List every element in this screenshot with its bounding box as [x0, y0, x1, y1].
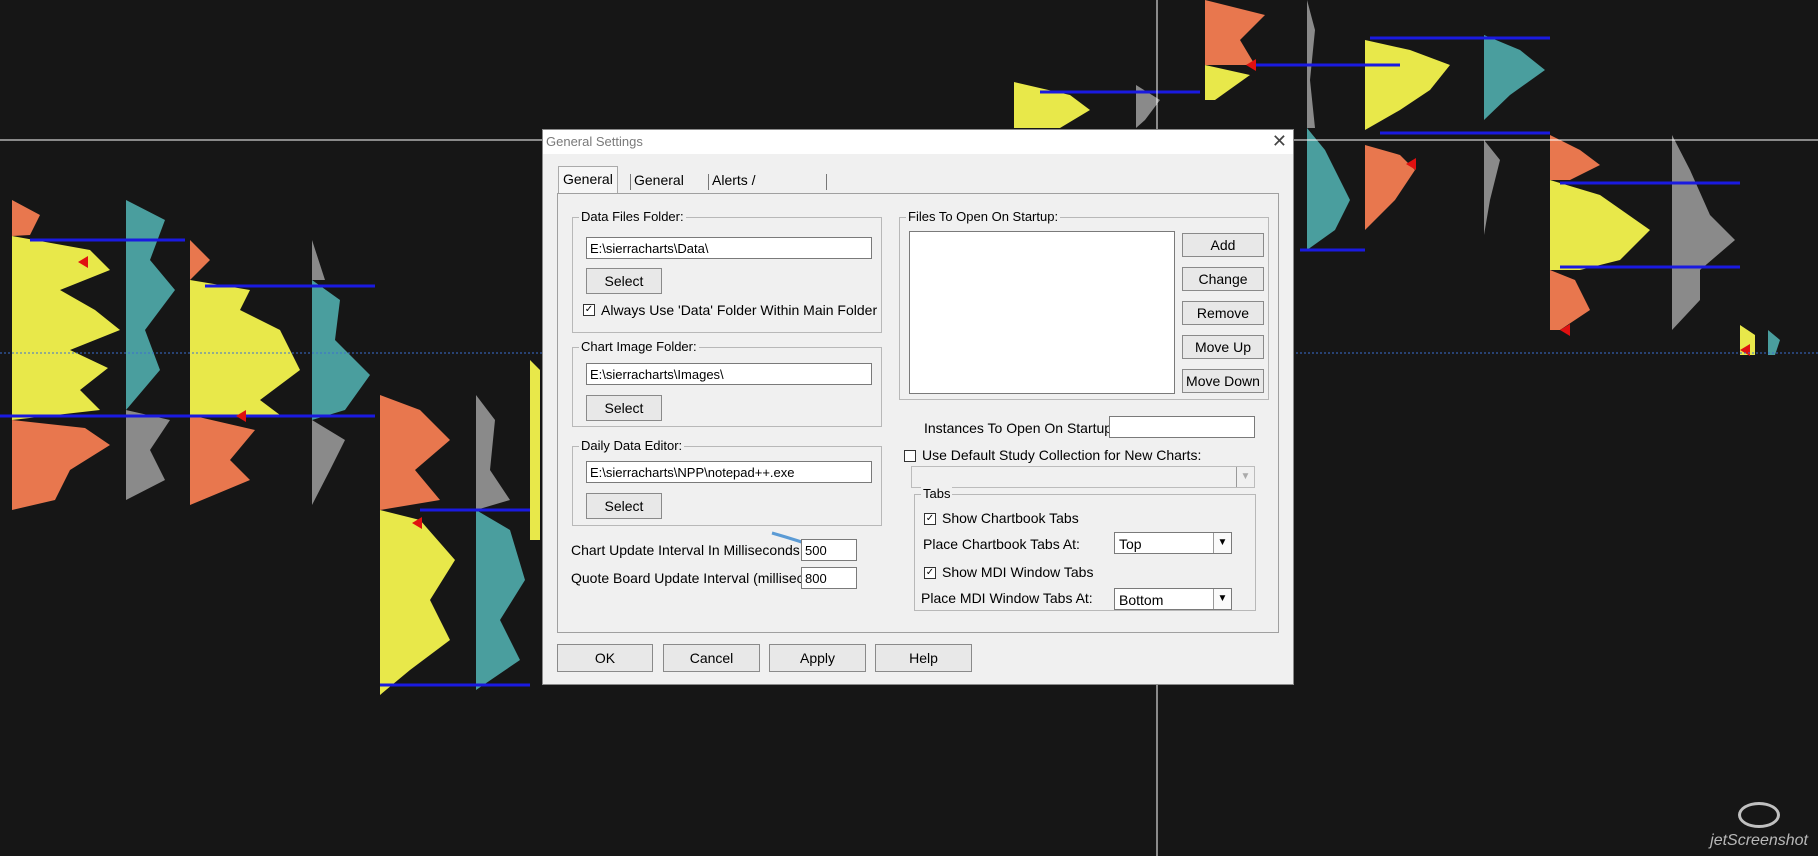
default-study-label: Use Default Study Collection for New Cha… [922, 447, 1202, 463]
data-files-select-button[interactable]: Select [586, 268, 662, 294]
profile-shape [126, 410, 170, 500]
profile-shape [1672, 135, 1735, 330]
files-to-open-group: Files To Open On Startup: Add Change Rem… [899, 209, 1269, 400]
daily-data-editor-group: Daily Data Editor: Select [572, 438, 882, 526]
place-mdi-tabs-select[interactable]: Bottom ▼ [1114, 588, 1232, 610]
quote-board-interval-input[interactable] [801, 567, 857, 589]
ok-button[interactable]: OK [557, 644, 653, 672]
cancel-button[interactable]: Cancel [663, 644, 760, 672]
profile-shape [1205, 65, 1250, 100]
chart-image-path-input[interactable] [586, 363, 872, 385]
chevron-down-icon: ▼ [1213, 533, 1231, 553]
files-to-open-listbox[interactable] [909, 231, 1175, 394]
tab-alerts-general-3[interactable]: Alerts / General 3 [708, 168, 766, 236]
move-down-button[interactable]: Move Down [1182, 369, 1264, 393]
profile-shape [1365, 40, 1450, 130]
chart-image-select-button[interactable]: Select [586, 395, 662, 421]
chart-update-interval-input[interactable] [801, 539, 857, 561]
profile-shape [190, 280, 300, 415]
tab-general-2[interactable]: General 2 [630, 168, 688, 212]
check-icon: ✓ [584, 304, 594, 315]
profile-shape [1014, 82, 1090, 128]
tabs-group-label: Tabs [921, 486, 953, 501]
profile-shape [476, 395, 510, 510]
add-file-button[interactable]: Add [1182, 233, 1264, 257]
titlebar: General Settings ✕ [543, 130, 1293, 154]
profile-shape [1550, 135, 1600, 180]
tab-separator [826, 174, 827, 190]
daily-editor-select-button[interactable]: Select [586, 493, 662, 519]
daily-editor-path-input[interactable] [586, 461, 872, 483]
place-mdi-tabs-label: Place MDI Window Tabs At: [921, 590, 1093, 606]
change-file-button[interactable]: Change [1182, 267, 1264, 291]
profile-shape [12, 236, 120, 420]
show-chartbook-tabs-checkbox[interactable]: ✓ [924, 513, 936, 525]
profile-shape [312, 280, 370, 420]
tab-general-1[interactable]: General 1 [558, 166, 618, 211]
daily-data-editor-label: Daily Data Editor: [579, 438, 685, 453]
always-use-data-checkbox[interactable]: ✓ [583, 304, 595, 316]
place-mdi-tabs-value: Bottom [1119, 592, 1164, 608]
check-icon: ✓ [925, 567, 935, 578]
place-chartbook-tabs-value: Top [1119, 536, 1142, 552]
remove-file-button[interactable]: Remove [1182, 301, 1264, 325]
always-use-data-label: Always Use 'Data' Folder Within Main Fol… [601, 302, 878, 318]
tabs-group: Tabs ✓ Show Chartbook Tabs Place Chartbo… [914, 486, 1256, 611]
data-files-folder-group: Data Files Folder: Select ✓ Always Use '… [572, 209, 882, 333]
watermark: jetScreenshot [1710, 832, 1808, 849]
profile-shape [1484, 140, 1500, 235]
help-button[interactable]: Help [875, 644, 972, 672]
dialog-title: General Settings [546, 134, 643, 149]
profile-shape [380, 395, 450, 510]
profile-shape [1307, 128, 1350, 250]
default-study-checkbox[interactable] [904, 450, 916, 462]
profile-shape [1550, 270, 1590, 330]
place-chartbook-tabs-label: Place Chartbook Tabs At: [923, 536, 1080, 552]
apply-button[interactable]: Apply [769, 644, 866, 672]
place-chartbook-tabs-select[interactable]: Top ▼ [1114, 532, 1232, 554]
profile-shape [1205, 0, 1265, 65]
profile-shape [1365, 145, 1415, 230]
general-settings-dialog: General Settings ✕ General 1 General 2 A… [542, 129, 1294, 685]
profile-shape [476, 510, 525, 690]
show-chartbook-tabs-label: Show Chartbook Tabs [942, 510, 1079, 526]
show-mdi-tabs-label: Show MDI Window Tabs [942, 564, 1094, 580]
profile-shape [380, 510, 455, 695]
show-mdi-tabs-checkbox[interactable]: ✓ [924, 567, 936, 579]
data-files-folder-label: Data Files Folder: [579, 209, 686, 224]
close-icon[interactable]: ✕ [1272, 131, 1287, 151]
instances-input[interactable] [1109, 416, 1255, 438]
data-files-path-input[interactable] [586, 237, 872, 259]
files-to-open-label: Files To Open On Startup: [906, 209, 1061, 224]
tab-panel-general-1: Data Files Folder: Select ✓ Always Use '… [557, 193, 1279, 633]
watermark-icon [1738, 802, 1780, 828]
instances-label: Instances To Open On Startup: [924, 420, 1116, 436]
profile-shape [126, 200, 175, 410]
chart-update-interval-label: Chart Update Interval In Milliseconds: [571, 542, 804, 558]
chevron-down-icon: ▼ [1236, 467, 1254, 487]
profile-shape [1768, 330, 1780, 355]
default-study-combo[interactable]: ▼ [911, 466, 1255, 488]
profile-shape [530, 360, 540, 540]
profile-shape [1484, 35, 1545, 120]
chart-image-folder-label: Chart Image Folder: [579, 339, 699, 354]
chart-image-folder-group: Chart Image Folder: Select [572, 339, 882, 427]
check-icon: ✓ [925, 513, 935, 524]
move-up-button[interactable]: Move Up [1182, 335, 1264, 359]
chevron-down-icon: ▼ [1213, 589, 1231, 609]
profile-shape [1550, 180, 1650, 270]
